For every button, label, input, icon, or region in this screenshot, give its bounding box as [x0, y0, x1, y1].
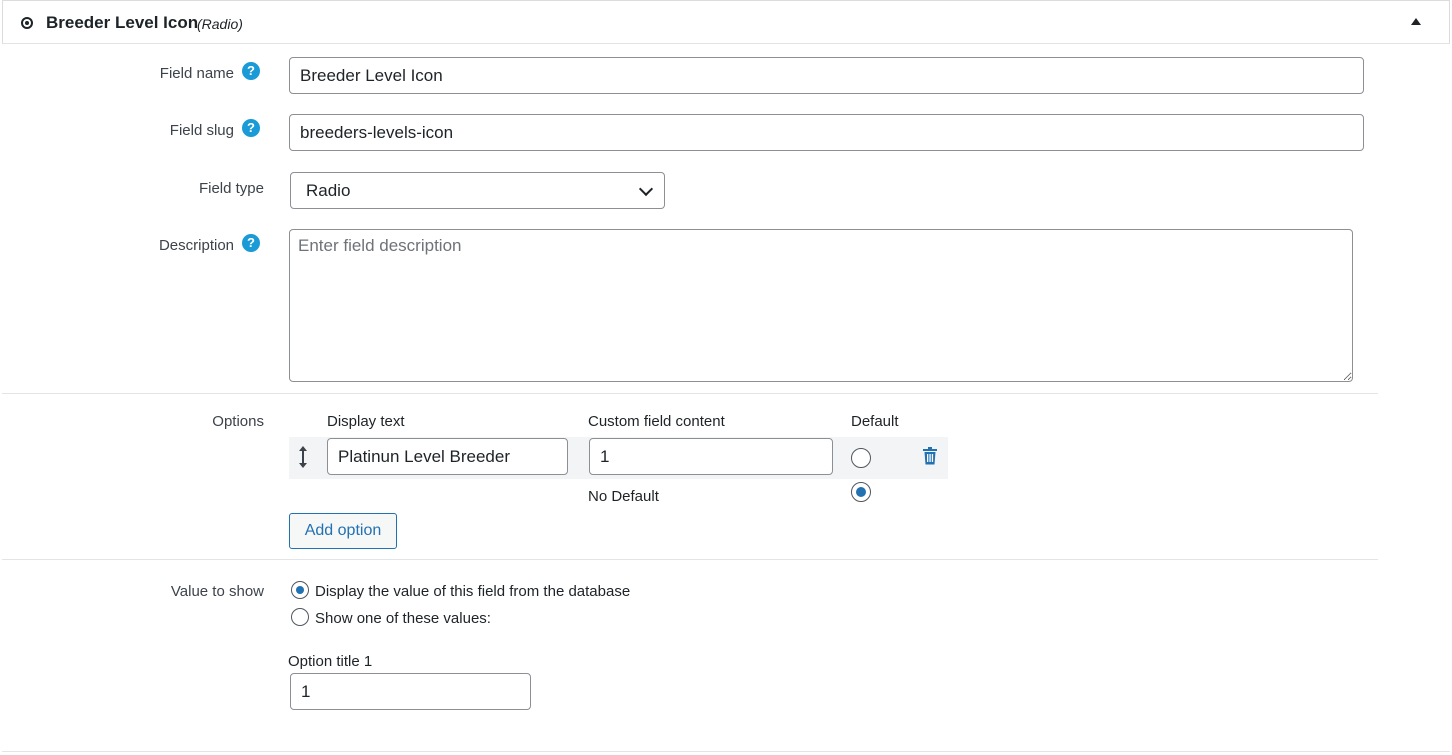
field-name-help-icon[interactable]: ?: [242, 62, 260, 80]
description-help-icon[interactable]: ?: [242, 234, 260, 252]
collapse-arrow-icon[interactable]: [1411, 18, 1421, 25]
field-slug-input[interactable]: [289, 114, 1364, 151]
field-type-select[interactable]: Radio: [290, 172, 665, 209]
field-editor-panel: Breeder Level Icon (Radio) Field name ? …: [0, 0, 1452, 755]
field-type-label: Field type: [198, 180, 264, 197]
show-custom-values-label[interactable]: Show one of these values:: [315, 610, 491, 627]
no-default-radio[interactable]: [851, 482, 871, 502]
display-text-column-header: Display text: [327, 413, 405, 430]
description-textarea[interactable]: [289, 229, 1353, 382]
field-type-selected-value: Radio: [306, 181, 351, 200]
option-title-label: Option title 1: [288, 653, 373, 670]
show-custom-values-radio[interactable]: [291, 608, 309, 626]
option-title-input[interactable]: [290, 673, 531, 710]
options-label: Options: [212, 413, 264, 430]
panel-title: Breeder Level Icon: [46, 13, 199, 32]
custom-content-column-header: Custom field content: [588, 413, 725, 430]
section-divider: [2, 393, 1378, 394]
bottom-divider: [2, 751, 1450, 752]
radio-field-icon: [21, 17, 33, 29]
option-default-radio[interactable]: [851, 448, 871, 468]
option-custom-content-input[interactable]: [589, 438, 833, 475]
description-label: Description: [158, 237, 234, 254]
value-to-show-label: Value to show: [170, 583, 264, 600]
no-default-label: No Default: [588, 488, 659, 505]
display-database-value-label[interactable]: Display the value of this field from the…: [315, 583, 630, 600]
drag-handle-icon[interactable]: [297, 445, 309, 469]
field-slug-help-icon[interactable]: ?: [242, 119, 260, 137]
add-option-button[interactable]: Add option: [289, 513, 397, 549]
field-name-input[interactable]: [289, 57, 1364, 94]
field-slug-label: Field slug: [169, 122, 234, 139]
section-divider: [2, 559, 1378, 560]
option-display-text-input[interactable]: [327, 438, 568, 475]
chevron-down-icon: [638, 181, 654, 197]
default-column-header: Default: [851, 413, 899, 430]
display-database-value-radio[interactable]: [291, 581, 309, 599]
trash-icon[interactable]: [922, 447, 938, 465]
panel-field-type: (Radio): [197, 16, 243, 32]
field-name-label: Field name: [159, 65, 234, 82]
